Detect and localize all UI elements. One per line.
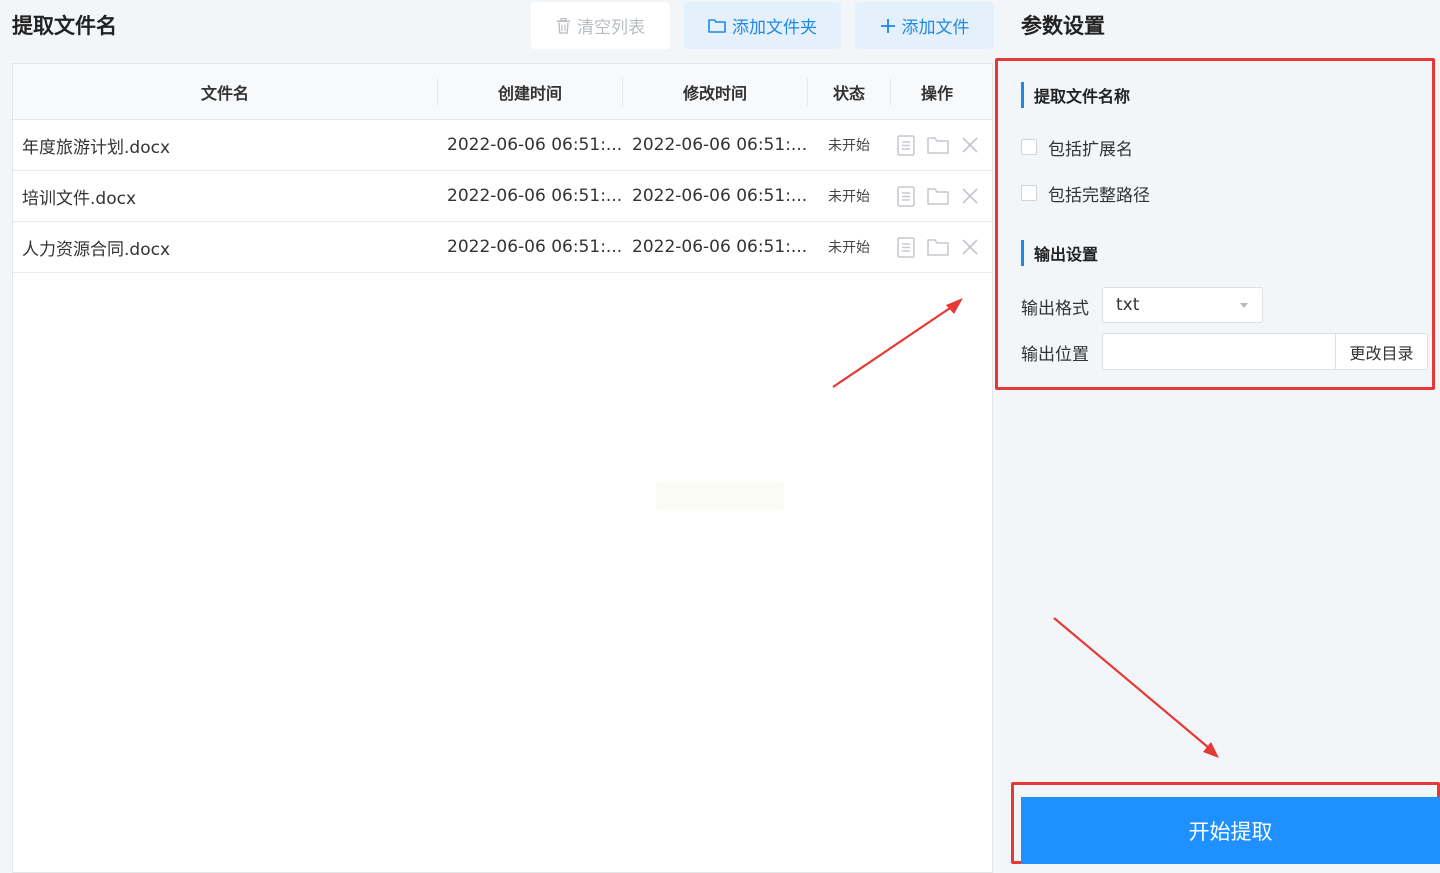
- column-header-modified[interactable]: 修改时间: [623, 64, 807, 119]
- clear-list-label: 清空列表: [577, 18, 645, 38]
- section-title-output-text: 输出设置: [1034, 245, 1099, 264]
- output-location-input[interactable]: [1102, 333, 1336, 370]
- close-icon: [962, 188, 978, 204]
- include-path-option[interactable]: 包括完整路径: [1021, 181, 1150, 206]
- output-format-label: 输出格式: [1021, 299, 1089, 319]
- folder-icon: [708, 19, 726, 33]
- cell-created-time: 2022-06-06 06:51:...: [447, 135, 623, 155]
- cell-file-name: 人力资源合同.docx: [22, 239, 171, 260]
- cell-modified-time: 2022-06-06 06:51:...: [632, 186, 808, 206]
- include-path-checkbox[interactable]: [1021, 185, 1037, 201]
- close-icon: [962, 137, 978, 153]
- add-folder-button[interactable]: 添加文件夹: [684, 2, 841, 49]
- chevron-down-icon: [1240, 303, 1248, 308]
- add-file-button[interactable]: 添加文件: [855, 2, 994, 49]
- open-folder-button[interactable]: [927, 134, 949, 156]
- document-icon: [897, 134, 915, 156]
- start-extract-button[interactable]: 开始提取: [1021, 797, 1440, 864]
- change-directory-button[interactable]: 更改目录: [1335, 333, 1428, 370]
- open-file-button[interactable]: [897, 236, 915, 258]
- section-title-file-name: 提取文件名称: [1021, 82, 1130, 108]
- cell-modified-time: 2022-06-06 06:51:...: [632, 237, 808, 257]
- remove-row-button[interactable]: [961, 185, 979, 207]
- annotation-arrow-line: [1053, 617, 1210, 749]
- document-icon: [897, 185, 915, 207]
- table-row[interactable]: 培训文件.docx 2022-06-06 06:51:... 2022-06-0…: [13, 171, 992, 222]
- open-folder-button[interactable]: [927, 185, 949, 207]
- column-header-status: 状态: [832, 83, 865, 103]
- cell-created-time: 2022-06-06 06:51:...: [447, 237, 623, 257]
- trash-icon: [557, 17, 570, 34]
- cell-file-name: 培训文件.docx: [22, 188, 137, 209]
- column-header-name[interactable]: 文件名: [13, 64, 437, 119]
- settings-title: 参数设置: [1021, 14, 1105, 38]
- include-path-label: 包括完整路径: [1048, 185, 1150, 206]
- section-accent-bar: [1021, 240, 1024, 266]
- faint-watermark: [656, 481, 784, 511]
- column-header-created[interactable]: 创建时间: [438, 64, 622, 119]
- annotation-arrowhead: [1203, 742, 1219, 758]
- include-extension-label: 包括扩展名: [1048, 139, 1133, 160]
- document-icon: [897, 236, 915, 258]
- include-extension-option[interactable]: 包括扩展名: [1021, 135, 1133, 160]
- include-extension-checkbox[interactable]: [1021, 139, 1037, 155]
- cell-file-name: 年度旅游计划.docx: [22, 137, 171, 158]
- table-header: 文件名 创建时间 修改时间 状态 操作: [13, 64, 992, 120]
- plus-icon: [880, 18, 895, 33]
- output-format-value: txt: [1116, 295, 1140, 315]
- cell-status: 未开始: [828, 138, 870, 154]
- column-header-actions: 操作: [920, 83, 953, 103]
- cell-status: 未开始: [828, 240, 870, 256]
- folder-icon: [927, 188, 949, 205]
- file-table: 文件名 创建时间 修改时间 状态 操作 年度旅游计划.docx 2022-06-…: [12, 63, 993, 873]
- add-file-label: 添加文件: [901, 18, 970, 38]
- section-title-output: 输出设置: [1021, 240, 1098, 266]
- table-row[interactable]: 人力资源合同.docx 2022-06-06 06:51:... 2022-06…: [13, 222, 992, 273]
- cell-status: 未开始: [828, 189, 870, 205]
- open-file-button[interactable]: [897, 134, 915, 156]
- remove-row-button[interactable]: [961, 134, 979, 156]
- clear-list-button[interactable]: 清空列表: [531, 2, 670, 49]
- table-row[interactable]: 年度旅游计划.docx 2022-06-06 06:51:... 2022-06…: [13, 120, 992, 171]
- cell-created-time: 2022-06-06 06:51:...: [447, 186, 623, 206]
- cell-modified-time: 2022-06-06 06:51:...: [632, 135, 808, 155]
- section-accent-bar: [1021, 82, 1024, 108]
- output-location-label: 输出位置: [1021, 345, 1089, 365]
- section-title-file-name-text: 提取文件名称: [1034, 87, 1131, 106]
- folder-icon: [927, 137, 949, 154]
- open-folder-button[interactable]: [927, 236, 949, 258]
- close-icon: [962, 239, 978, 255]
- folder-icon: [927, 239, 949, 256]
- output-format-select[interactable]: txt: [1102, 287, 1263, 323]
- remove-row-button[interactable]: [961, 236, 979, 258]
- add-folder-label: 添加文件夹: [732, 18, 817, 38]
- open-file-button[interactable]: [897, 185, 915, 207]
- page-title: 提取文件名: [12, 14, 117, 38]
